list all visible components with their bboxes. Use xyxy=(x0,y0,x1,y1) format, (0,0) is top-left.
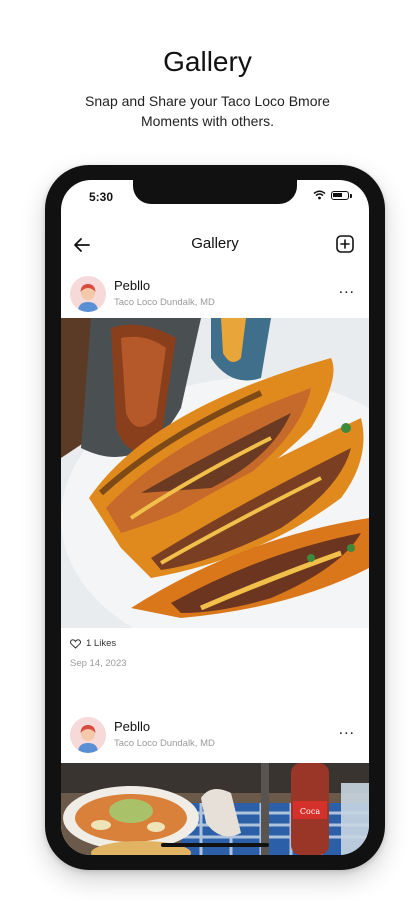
add-post-icon[interactable] xyxy=(335,234,355,254)
likes-row[interactable]: 1 Likes xyxy=(70,638,116,649)
post-location: Taco Loco Dundalk, MD xyxy=(114,738,215,749)
birria-tacos-photo xyxy=(61,318,369,628)
soup-drinks-photo: Coca xyxy=(61,763,369,855)
battery-icon xyxy=(331,190,352,200)
app-bar: Gallery xyxy=(61,225,369,265)
promo-subtitle: Snap and Share your Taco Loco Bmore Mome… xyxy=(85,93,330,129)
post-location: Taco Loco Dundalk, MD xyxy=(114,297,215,308)
avatar[interactable] xyxy=(70,717,106,753)
user-name[interactable]: Pebllo xyxy=(114,278,150,293)
post-header: Pebllo Taco Loco Dundalk, MD ... xyxy=(61,270,369,320)
promo-page: Gallery Snap and Share your Taco Loco Bm… xyxy=(0,0,415,900)
user-avatar-icon xyxy=(70,276,106,312)
likes-count: 1 Likes xyxy=(86,638,117,649)
avatar[interactable] xyxy=(70,276,106,312)
post-header: Pebllo Taco Loco Dundalk, MD ... xyxy=(61,711,369,761)
post-photo[interactable] xyxy=(61,318,369,628)
phone-notch xyxy=(133,180,297,204)
promo-title: Gallery xyxy=(163,46,252,77)
status-time: 5:30 xyxy=(89,190,114,204)
more-options-button[interactable]: ... xyxy=(339,280,355,298)
user-avatar-icon xyxy=(70,717,106,753)
more-options-button[interactable]: ... xyxy=(339,721,355,739)
user-name[interactable]: Pebllo xyxy=(114,719,150,734)
post-date: Sep 14, 2023 xyxy=(70,658,127,669)
home-indicator xyxy=(161,843,269,847)
phone-frame: 5:30 Gallery Pebllo Taco Loco Dundalk, M… xyxy=(45,165,385,870)
post-photo[interactable]: Coca xyxy=(61,763,369,855)
wifi-icon xyxy=(313,190,326,200)
page-title: Gallery xyxy=(191,235,239,252)
phone-screen: 5:30 Gallery Pebllo Taco Loco Dundalk, M… xyxy=(61,180,369,855)
status-icons xyxy=(313,190,352,200)
svg-text:Coca: Coca xyxy=(300,807,320,816)
heart-icon[interactable] xyxy=(70,638,81,649)
